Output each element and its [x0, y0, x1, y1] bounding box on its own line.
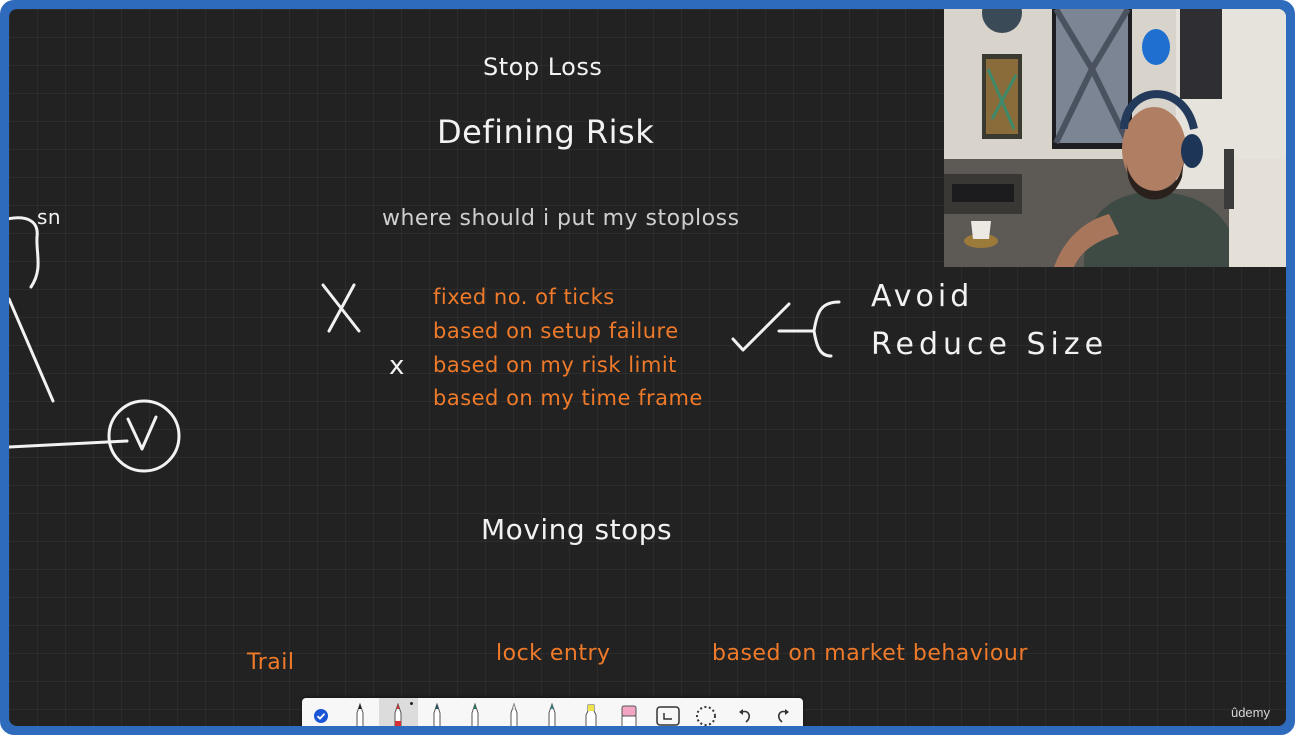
green-pen-tool[interactable] — [456, 698, 495, 726]
margin-circle-stroke — [107, 399, 181, 473]
black-pen-tool[interactable] — [341, 698, 380, 726]
highlighter-icon — [585, 704, 597, 726]
udemy-watermark: ûdemy — [1230, 705, 1270, 720]
note-avoid: Avoid — [871, 279, 974, 314]
teal-pen-tool[interactable] — [533, 698, 572, 726]
pen-icon — [433, 703, 441, 726]
red-pen-tool[interactable] — [379, 698, 418, 726]
heading-stop-loss: Stop Loss — [483, 53, 603, 81]
drawing-toolbar — [302, 698, 803, 726]
heading-defining-risk: Defining Risk — [437, 113, 655, 151]
brace-stroke — [812, 300, 841, 358]
pen-icon — [394, 703, 402, 726]
undo-tool[interactable] — [726, 698, 765, 726]
webcam-video — [944, 9, 1286, 267]
heading-moving-stops: Moving stops — [481, 513, 673, 546]
pen-icon — [356, 703, 364, 726]
redo-icon — [778, 709, 790, 723]
check-circle-icon — [314, 709, 329, 723]
option-fixed-ticks: fixed no. of ticks — [433, 285, 615, 309]
dark-teal-pen-tool[interactable] — [418, 698, 457, 726]
check-stroke — [731, 302, 791, 352]
margin-brace-stroke — [9, 216, 40, 289]
option-time-frame: based on my time frame — [433, 386, 703, 410]
undo-icon — [738, 709, 750, 723]
lasso-icon — [696, 706, 717, 726]
highlighter-tool[interactable] — [572, 698, 611, 726]
video-frame: Stop Loss Defining Risk where should i p… — [0, 0, 1295, 735]
small-x-mark: x — [389, 351, 405, 381]
pen-icon — [548, 703, 556, 726]
margin-v-stroke — [126, 415, 158, 451]
note-reduce-size: Reduce Size — [871, 327, 1109, 362]
margin-scribble: sn — [37, 205, 62, 229]
margin-line-stroke — [9, 297, 55, 403]
whiteboard-canvas[interactable]: Stop Loss Defining Risk where should i p… — [9, 9, 1286, 726]
pen-icon — [471, 703, 479, 726]
redo-tool[interactable] — [764, 698, 803, 726]
moving-option-trail: Trail — [247, 650, 295, 675]
eraser-icon — [621, 705, 637, 726]
lasso-select-tool[interactable] — [302, 698, 341, 726]
eraser-tool[interactable] — [610, 698, 649, 726]
white-pen-tool[interactable] — [495, 698, 534, 726]
lasso-tool[interactable] — [687, 698, 726, 726]
crop-tool[interactable] — [649, 698, 688, 726]
moving-option-lock-entry: lock entry — [496, 641, 611, 666]
selected-indicator-dot — [409, 702, 413, 705]
question-text: where should i put my stoploss — [382, 206, 740, 231]
option-risk-limit: based on my risk limit — [433, 353, 677, 377]
crop-icon — [656, 706, 680, 726]
moving-option-market-behaviour: based on market behaviour — [712, 641, 1028, 666]
option-setup-failure: based on setup failure — [433, 319, 679, 343]
big-x-stroke-2 — [327, 283, 356, 333]
pen-icon — [510, 703, 518, 726]
